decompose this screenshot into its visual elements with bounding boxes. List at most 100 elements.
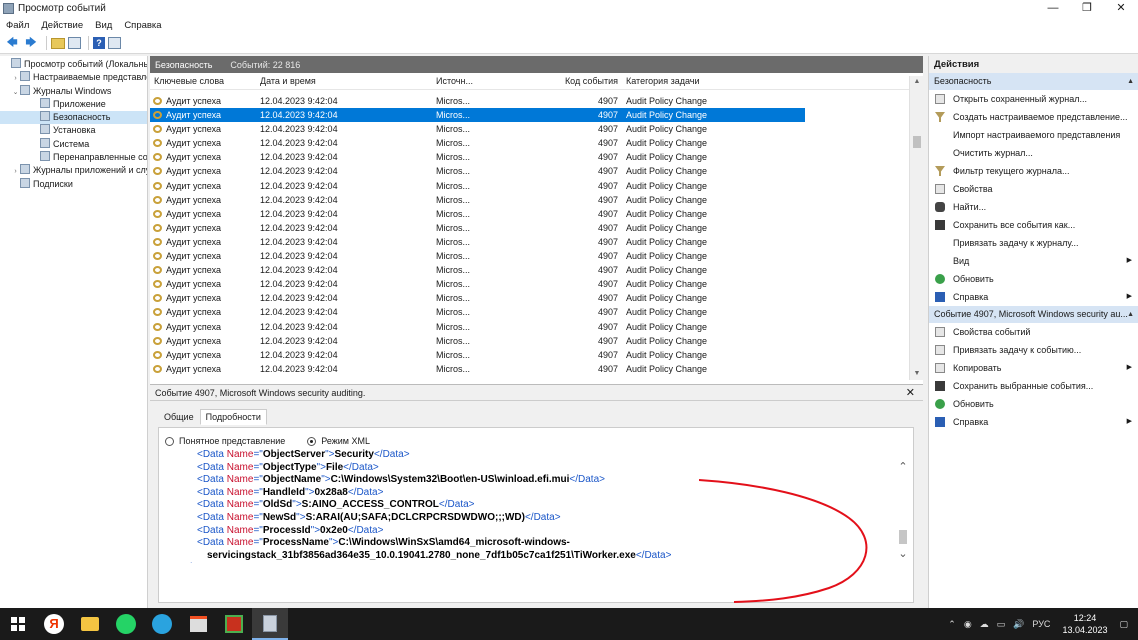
tree-item[interactable]: Система [0, 137, 147, 151]
help-icon[interactable]: ? [93, 37, 105, 49]
event-list-scrollbar[interactable]: ▲ ▼ [909, 76, 923, 380]
table-row[interactable]: Аудит успеха 12.04.2023 9:42:04 Micros... 4… [150, 305, 910, 319]
minimize-icon[interactable]: — [1036, 0, 1070, 17]
back-arrow-icon[interactable]: 🡄 [4, 36, 20, 51]
col-task-category[interactable]: Категория задачи [622, 76, 802, 86]
collapse-icon[interactable]: ▲ [1127, 73, 1134, 90]
network-icon[interactable]: ▭ [997, 619, 1006, 630]
scroll-up-icon[interactable]: ▲ [910, 76, 924, 88]
console-tree-icon[interactable] [68, 37, 81, 49]
table-row[interactable]: Аудит успеха 12.04.2023 9:42:04 Micros... 4… [150, 108, 805, 123]
table-row[interactable]: Аудит успеха 12.04.2023 9:42:04 Micros... 4… [150, 179, 910, 193]
table-row[interactable]: Аудит успеха 12.04.2023 9:42:04 Micros... 4… [150, 291, 910, 305]
action-item[interactable]: Справка ▶ [929, 288, 1138, 306]
expand-arrow-icon[interactable]: › [11, 165, 20, 178]
expand-arrow-icon[interactable]: › [11, 72, 20, 85]
table-row[interactable]: Аудит успеха 12.04.2023 9:42:04 Micros... 4… [150, 263, 910, 277]
taskbar-telegram[interactable] [144, 608, 180, 640]
language-indicator[interactable]: РУС [1032, 619, 1050, 629]
table-row[interactable]: Аудит успеха 12.04.2023 9:42:04 Micros... 4… [150, 207, 910, 221]
col-keywords[interactable]: Ключевые слова [150, 76, 256, 86]
forward-arrow-icon[interactable]: 🡆 [23, 36, 39, 51]
clock[interactable]: 12:24 13.04.2023 [1062, 612, 1107, 636]
menu-action[interactable]: Действие [35, 20, 89, 31]
action-item[interactable]: Очистить журнал... [929, 144, 1138, 162]
table-row[interactable]: Аудит успеха 12.04.2023 9:42:04 Micros... 4… [150, 164, 910, 178]
table-row[interactable]: Аудит успеха 12.04.2023 9:42:04 Micros... 4… [150, 150, 910, 164]
action-item[interactable]: Сохранить все события как... [929, 216, 1138, 234]
table-row[interactable]: Аудит успеха 12.04.2023 9:42:04 Micros... 4… [150, 94, 910, 108]
taskbar-yandex[interactable]: Я [36, 608, 72, 640]
expand-arrow-icon[interactable]: ⌄ [11, 86, 20, 99]
col-event-id[interactable]: Код события [518, 76, 622, 86]
tree-item[interactable]: Установка [0, 124, 147, 137]
tree-item[interactable]: Перенаправленные собы [0, 151, 147, 164]
action-item[interactable]: Справка ▶ [929, 413, 1138, 431]
start-button[interactable] [0, 608, 36, 640]
actions-section-log[interactable]: Безопасность ▲ [929, 73, 1138, 90]
action-item[interactable]: Вид ▶ [929, 252, 1138, 270]
action-item[interactable]: Привязать задачу к событию... [929, 341, 1138, 359]
scroll-down-icon[interactable]: ▼ [910, 368, 924, 380]
action-item[interactable]: Открыть сохраненный журнал... [929, 90, 1138, 108]
tree-item[interactable]: › Журналы приложений и слу [0, 164, 147, 177]
radio-friendly-view[interactable]: Понятное представление [165, 436, 285, 446]
taskbar-event-viewer[interactable] [252, 608, 288, 640]
table-row[interactable]: Аудит успеха 12.04.2023 9:42:04 Micros... 4… [150, 277, 910, 291]
taskbar-store[interactable] [180, 608, 216, 640]
tree-item[interactable]: Подписки [0, 177, 147, 191]
tree-item[interactable]: Безопасность [0, 111, 147, 125]
close-window-icon[interactable]: ✕ [1104, 0, 1138, 17]
chevron-up-icon[interactable]: ⌃ [948, 619, 956, 630]
taskbar-explorer[interactable] [72, 608, 108, 640]
close-detail-icon[interactable]: ✕ [906, 385, 915, 401]
table-row[interactable]: Аудит успеха 12.04.2023 9:42:04 Micros... 4… [150, 334, 910, 348]
xml-scroll-thumb[interactable] [899, 530, 907, 544]
tree-item[interactable]: Приложение [0, 97, 147, 111]
action-item[interactable]: Обновить [929, 270, 1138, 288]
table-row[interactable]: Аудит успеха 12.04.2023 9:42:04 Micros... 4… [150, 221, 910, 235]
action-item[interactable]: Копировать ▶ [929, 359, 1138, 377]
menu-view[interactable]: Вид [89, 20, 118, 31]
col-source[interactable]: Источн... [432, 76, 518, 86]
radio-xml-dot[interactable] [307, 436, 317, 446]
xml-scroll-up-icon[interactable]: ⌃ [897, 460, 909, 473]
action-item[interactable]: Свойства событий [929, 323, 1138, 341]
volume-icon[interactable]: 🔊 [1013, 619, 1024, 630]
action-item[interactable]: Свойства [929, 180, 1138, 198]
action-item[interactable]: Привязать задачу к журналу... [929, 234, 1138, 252]
action-item[interactable]: Сохранить выбранные события... [929, 377, 1138, 395]
cloud-icon[interactable]: ☁ [980, 619, 989, 630]
menu-file[interactable]: Файл [0, 20, 35, 31]
open-folder-icon[interactable] [51, 37, 65, 49]
table-row[interactable]: Аудит успеха 12.04.2023 9:42:04 Micros... 4… [150, 193, 910, 207]
taskbar-whatsapp[interactable] [108, 608, 144, 640]
radio-xml-view[interactable]: Режим XML [307, 436, 370, 446]
action-item[interactable]: Найти... [929, 198, 1138, 216]
col-datetime[interactable]: Дата и время [256, 76, 432, 86]
tree-item[interactable]: ⌄ Журналы Windows [0, 84, 147, 99]
table-row[interactable]: Аудит успеха 12.04.2023 9:42:04 Micros... 4… [150, 249, 910, 263]
radio-friendly-dot[interactable] [165, 436, 174, 446]
notifications-icon[interactable]: ▢ [1119, 619, 1128, 630]
collapse-icon[interactable]: ▲ [1127, 306, 1134, 323]
action-pane-icon[interactable] [108, 37, 121, 49]
action-item[interactable]: Обновить [929, 395, 1138, 413]
action-item[interactable]: Импорт настраиваемого представления [929, 126, 1138, 144]
table-row[interactable]: Аудит успеха 12.04.2023 9:42:04 Micros... 4… [150, 320, 910, 334]
table-row[interactable]: Аудит успеха 12.04.2023 9:42:04 Micros... 4… [150, 136, 910, 150]
table-row[interactable]: Аудит успеха 12.04.2023 9:42:04 Micros... 4… [150, 362, 910, 376]
action-item[interactable]: Фильтр текущего журнала... [929, 162, 1138, 180]
restore-icon[interactable]: ❐ [1070, 0, 1104, 17]
tab-details[interactable]: Подробности [199, 409, 267, 425]
tray-app-icon[interactable]: ◉ [964, 619, 972, 630]
actions-section-event[interactable]: Событие 4907, Microsoft Windows security… [929, 306, 1138, 323]
taskbar-app[interactable] [216, 608, 252, 640]
scroll-thumb[interactable] [913, 136, 921, 148]
menu-help[interactable]: Справка [118, 20, 167, 31]
tree-item[interactable]: Просмотр событий (Локальный [0, 58, 147, 71]
tab-general[interactable]: Общие [158, 409, 200, 425]
tree-item[interactable]: › Настраиваемые представлен [0, 71, 147, 84]
table-row[interactable]: Аудит успеха 12.04.2023 9:42:04 Micros... 4… [150, 348, 910, 362]
table-row[interactable]: Аудит успеха 12.04.2023 9:42:04 Micros... 4… [150, 235, 910, 249]
